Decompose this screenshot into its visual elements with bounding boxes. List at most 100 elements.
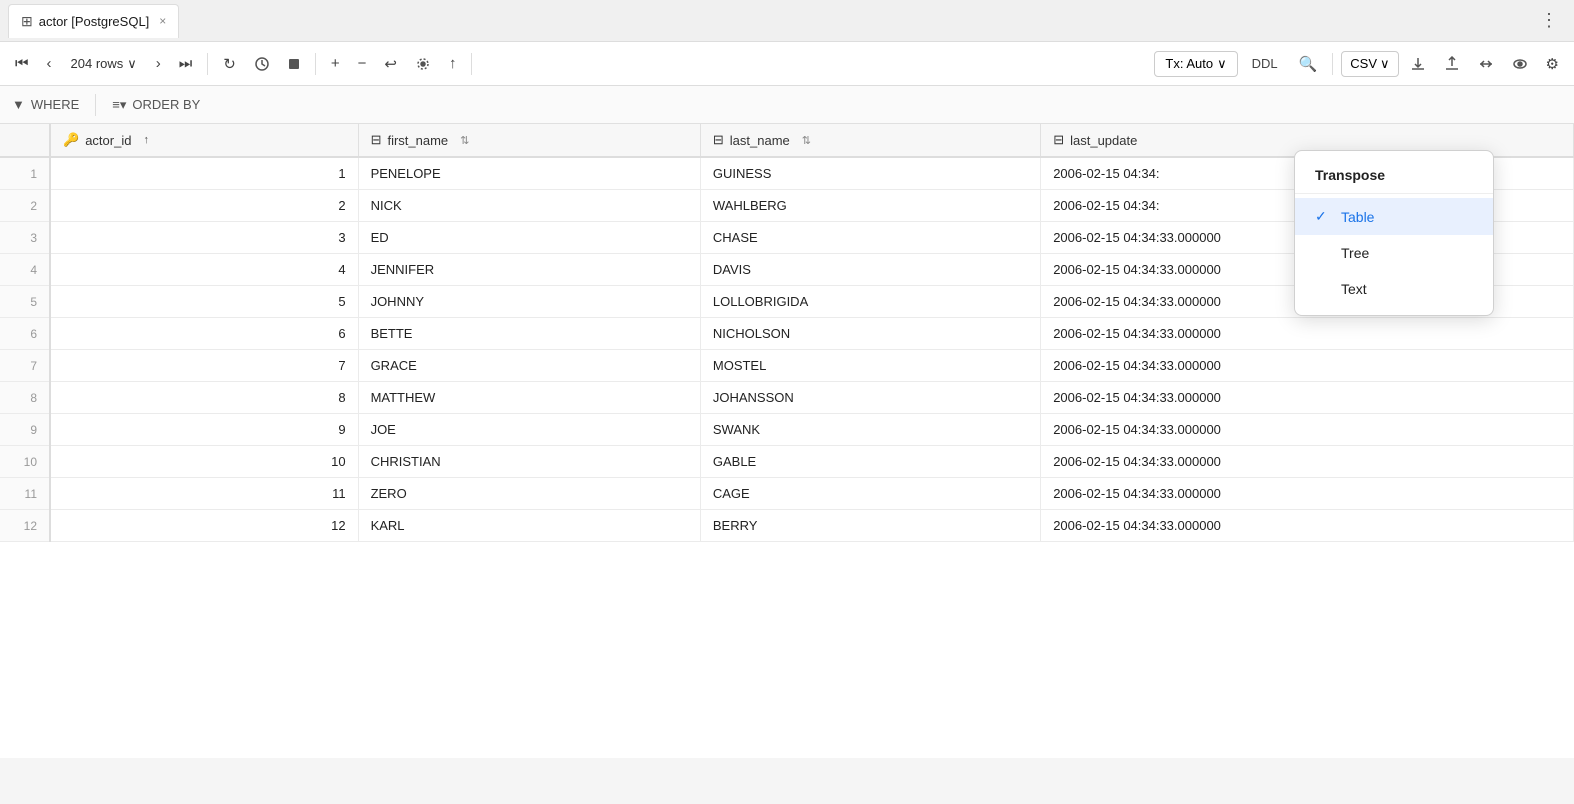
settings-button[interactable]: ⚙ xyxy=(1539,50,1566,78)
split-button[interactable] xyxy=(1471,51,1501,77)
actor-id-cell[interactable]: 2 xyxy=(50,190,358,222)
order-label: ORDER BY xyxy=(132,97,200,112)
last-name-cell[interactable]: DAVIS xyxy=(700,254,1040,286)
first-name-cell[interactable]: PENELOPE xyxy=(358,157,700,190)
last-name-cell[interactable]: JOHANSSON xyxy=(700,382,1040,414)
last-name-header[interactable]: ⊟ last_name ⇅ xyxy=(700,124,1040,157)
first-name-cell[interactable]: MATTHEW xyxy=(358,382,700,414)
first-page-button[interactable]: ⏮ xyxy=(8,50,36,77)
tab-more-button[interactable]: ⋮ xyxy=(1532,6,1566,35)
first-name-cell[interactable]: ZERO xyxy=(358,478,700,510)
rows-selector[interactable]: 204 rows ∨ xyxy=(63,53,145,75)
last-name-cell[interactable]: SWANK xyxy=(700,414,1040,446)
actor-id-header[interactable]: 🔑 actor_id ↑ xyxy=(50,124,358,157)
next-page-button[interactable]: › xyxy=(149,50,168,77)
last-name-cell[interactable]: BERRY xyxy=(700,510,1040,542)
last-update-cell[interactable]: 2006-02-15 04:34:33.000000 xyxy=(1041,382,1574,414)
row-number-cell: 8 xyxy=(0,382,50,414)
last-page-button[interactable]: ⏭ xyxy=(172,50,200,77)
last-update-cell[interactable]: 2006-02-15 04:34:33.000000 xyxy=(1041,414,1574,446)
last-name-cell[interactable]: CHASE xyxy=(700,222,1040,254)
first-name-cell[interactable]: CHRISTIAN xyxy=(358,446,700,478)
row-number-cell: 1 xyxy=(0,157,50,190)
last-update-cell[interactable]: 2006-02-15 04:34:33.000000 xyxy=(1041,510,1574,542)
revert-button[interactable] xyxy=(408,51,438,77)
last-name-cell[interactable]: LOLLOBRIGIDA xyxy=(700,286,1040,318)
last-update-cell[interactable]: 2006-02-15 04:34:33.000000 xyxy=(1041,350,1574,382)
actor-id-sort-icon[interactable]: ↑ xyxy=(143,134,149,146)
actor-id-cell[interactable]: 12 xyxy=(50,510,358,542)
stop-button[interactable] xyxy=(281,53,307,75)
first-name-label: first_name xyxy=(387,133,448,148)
actor-id-cell[interactable]: 3 xyxy=(50,222,358,254)
actor-id-cell[interactable]: 6 xyxy=(50,318,358,350)
table-row: 8 8 MATTHEW JOHANSSON 2006-02-15 04:34:3… xyxy=(0,382,1574,414)
first-name-cell[interactable]: JENNIFER xyxy=(358,254,700,286)
add-row-button[interactable]: + xyxy=(324,50,347,77)
main-tab[interactable]: ⊞ actor [PostgreSQL] × xyxy=(8,4,179,38)
history-button[interactable] xyxy=(247,51,277,77)
first-name-cell[interactable]: ED xyxy=(358,222,700,254)
undo-button[interactable]: ↩ xyxy=(377,50,404,78)
last-name-cell[interactable]: NICHOLSON xyxy=(700,318,1040,350)
first-name-cell[interactable]: GRACE xyxy=(358,350,700,382)
last-update-label: last_update xyxy=(1070,133,1137,148)
transpose-tree-label: Tree xyxy=(1341,245,1369,261)
last-name-sort-icon[interactable]: ⇅ xyxy=(802,134,811,147)
where-section: ▼ WHERE xyxy=(12,97,79,112)
last-update-cell[interactable]: 2006-02-15 04:34:33.000000 xyxy=(1041,478,1574,510)
upload-button[interactable] xyxy=(1437,51,1467,77)
row-number-cell: 3 xyxy=(0,222,50,254)
actor-id-cell[interactable]: 9 xyxy=(50,414,358,446)
refresh-button[interactable]: ↻ xyxy=(216,50,243,78)
last-update-cell[interactable]: 2006-02-15 04:34:33.000000 xyxy=(1041,446,1574,478)
actor-id-cell[interactable]: 10 xyxy=(50,446,358,478)
transpose-tree-item[interactable]: Tree xyxy=(1295,235,1493,271)
csv-label: CSV xyxy=(1350,56,1377,71)
actor-id-cell[interactable]: 5 xyxy=(50,286,358,318)
actor-id-label: actor_id xyxy=(85,133,131,148)
ddl-button[interactable]: DDL xyxy=(1242,52,1288,75)
prev-page-button[interactable]: ‹ xyxy=(40,50,59,77)
transpose-table-item[interactable]: ✓ Table xyxy=(1295,198,1493,235)
actor-id-cell[interactable]: 1 xyxy=(50,157,358,190)
transaction-button[interactable]: Tx: Auto ∨ xyxy=(1154,51,1237,77)
first-name-cell[interactable]: NICK xyxy=(358,190,700,222)
tx-label: Tx: Auto xyxy=(1165,56,1213,71)
last-update-cell[interactable]: 2006-02-15 04:34:33.000000 xyxy=(1041,318,1574,350)
actor-id-key-icon: 🔑 xyxy=(63,132,79,148)
last-name-cell[interactable]: GABLE xyxy=(700,446,1040,478)
search-button[interactable]: 🔍 xyxy=(1292,50,1325,78)
actor-id-cell[interactable]: 11 xyxy=(50,478,358,510)
last-name-cell[interactable]: GUINESS xyxy=(700,157,1040,190)
remove-row-button[interactable]: − xyxy=(351,50,374,77)
tx-chevron-icon: ∨ xyxy=(1217,56,1227,72)
last-name-cell[interactable]: WAHLBERG xyxy=(700,190,1040,222)
transpose-text-label: Text xyxy=(1341,281,1367,297)
actor-id-cell[interactable]: 7 xyxy=(50,350,358,382)
tab-close-button[interactable]: × xyxy=(159,14,166,28)
csv-export-button[interactable]: CSV ∨ xyxy=(1341,51,1398,77)
actor-id-cell[interactable]: 4 xyxy=(50,254,358,286)
last-name-cell[interactable]: CAGE xyxy=(700,478,1040,510)
first-name-cell[interactable]: JOE xyxy=(358,414,700,446)
download-button[interactable] xyxy=(1403,51,1433,77)
actor-id-cell[interactable]: 8 xyxy=(50,382,358,414)
toolbar: ⏮ ‹ 204 rows ∨ › ⏭ ↻ + − ↩ ↑ Tx: Auto ∨ … xyxy=(0,42,1574,86)
first-name-cell[interactable]: JOHNNY xyxy=(358,286,700,318)
submit-button[interactable]: ↑ xyxy=(442,50,464,77)
first-name-cell[interactable]: BETTE xyxy=(358,318,700,350)
transpose-text-item[interactable]: Text xyxy=(1295,271,1493,307)
first-name-cell[interactable]: KARL xyxy=(358,510,700,542)
first-name-header[interactable]: ⊟ first_name ⇅ xyxy=(358,124,700,157)
order-section: ≡▾ ORDER BY xyxy=(112,97,200,113)
transpose-table-label: Table xyxy=(1341,209,1374,225)
row-number-cell: 6 xyxy=(0,318,50,350)
last-name-cell[interactable]: MOSTEL xyxy=(700,350,1040,382)
toolbar-divider-4 xyxy=(1332,53,1333,75)
first-name-sort-icon[interactable]: ⇅ xyxy=(460,134,469,147)
view-button[interactable] xyxy=(1505,51,1535,77)
row-number-cell: 11 xyxy=(0,478,50,510)
table-row: 6 6 BETTE NICHOLSON 2006-02-15 04:34:33.… xyxy=(0,318,1574,350)
last-name-col-icon: ⊟ xyxy=(713,132,724,148)
